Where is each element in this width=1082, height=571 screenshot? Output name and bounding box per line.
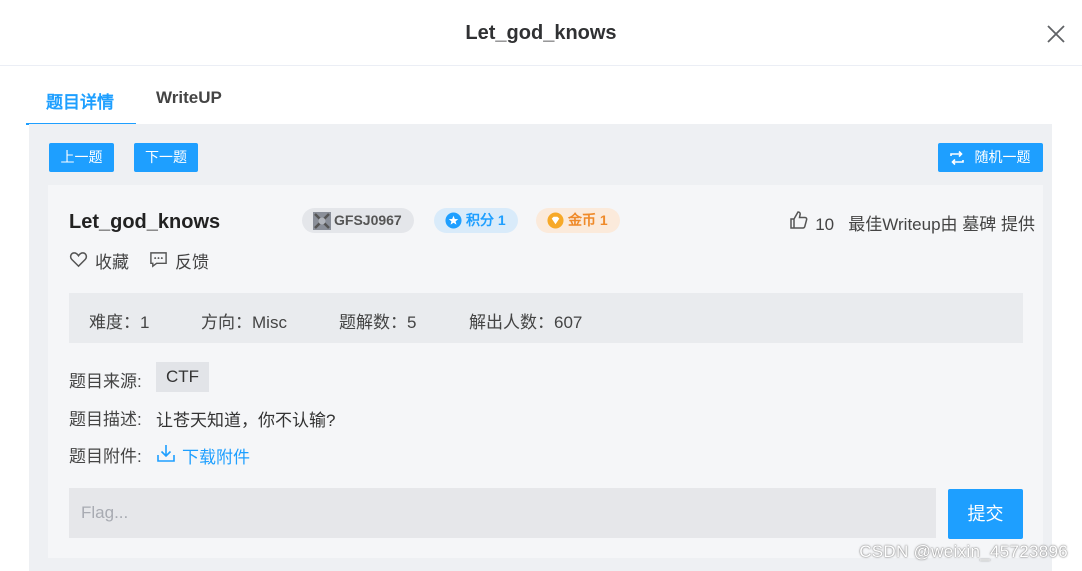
solvers-stat: 解出人数：607 — [469, 313, 583, 332]
coin-icon — [547, 212, 564, 229]
source-tag: CTF — [156, 362, 210, 392]
heart-icon — [69, 252, 88, 268]
best-writeup-text: 最佳Writeup由 墓碑 提供 — [848, 215, 1035, 234]
tab-writeup[interactable]: WriteUP — [156, 88, 222, 108]
modal-title: Let_god_knows — [465, 22, 617, 44]
modal-header: Let_god_knows — [0, 0, 1082, 66]
close-icon[interactable] — [1044, 22, 1068, 46]
favorite-button[interactable]: 收藏 — [69, 248, 129, 273]
tab-bar: 题目详情 WriteUP — [26, 66, 1056, 126]
difficulty-stat: 难度：1 — [89, 313, 150, 332]
favorite-label: 收藏 — [95, 253, 129, 272]
direction-stat: 方向：Misc — [201, 313, 287, 332]
avatar-icon — [313, 212, 331, 230]
next-problem-button[interactable]: 下一题 — [134, 143, 198, 172]
problem-panel: 上一题 下一题 随机一题 Let_god_knows GFSJ0967 积分 1… — [29, 124, 1052, 571]
score-icon — [445, 212, 462, 229]
swap-icon — [950, 150, 964, 166]
score-label: 积分 1 — [466, 212, 506, 228]
message-icon — [150, 252, 167, 268]
thumbs-up-icon[interactable] — [789, 210, 809, 230]
stats-bar: 难度：1 方向：Misc 题解数：5 解出人数：607 — [69, 293, 1023, 343]
random-problem-button[interactable]: 随机一题 — [938, 143, 1043, 172]
likes-count: 10 — [815, 215, 835, 234]
feedback-button[interactable]: 反馈 — [149, 248, 209, 273]
problem-id-badge: GFSJ0967 — [302, 208, 414, 233]
score-badge: 积分 1 — [434, 208, 518, 233]
problem-id: GFSJ0967 — [334, 212, 402, 228]
tab-problem-details[interactable]: 题目详情 — [46, 88, 114, 113]
submit-button[interactable]: 提交 — [948, 489, 1023, 539]
feedback-label: 反馈 — [175, 253, 209, 272]
problem-card: Let_god_knows GFSJ0967 积分 1 金币 1 10 最佳Wr… — [48, 185, 1043, 558]
solutions-stat: 题解数：5 — [339, 313, 417, 332]
coin-label: 金币 1 — [568, 212, 608, 228]
download-attachment-link[interactable]: 下载附件 — [156, 443, 250, 468]
watermark-text: CSDN @weixin_45723896 — [859, 542, 1068, 561]
download-label: 下载附件 — [182, 448, 250, 467]
coin-badge: 金币 1 — [536, 208, 620, 233]
random-problem-label: 随机一题 — [974, 149, 1031, 165]
source-label: 题目来源: — [69, 372, 142, 391]
problem-title: Let_god_knows — [69, 211, 221, 233]
attachment-label: 题目附件: — [69, 447, 142, 466]
download-icon — [157, 445, 175, 462]
flag-input[interactable] — [69, 488, 936, 538]
description-text: 让苍天知道，你不认输? — [156, 411, 336, 430]
prev-problem-button[interactable]: 上一题 — [49, 143, 114, 172]
likes-info: 10 最佳Writeup由 墓碑 提供 — [789, 210, 1035, 235]
description-label: 题目描述: — [69, 410, 142, 429]
